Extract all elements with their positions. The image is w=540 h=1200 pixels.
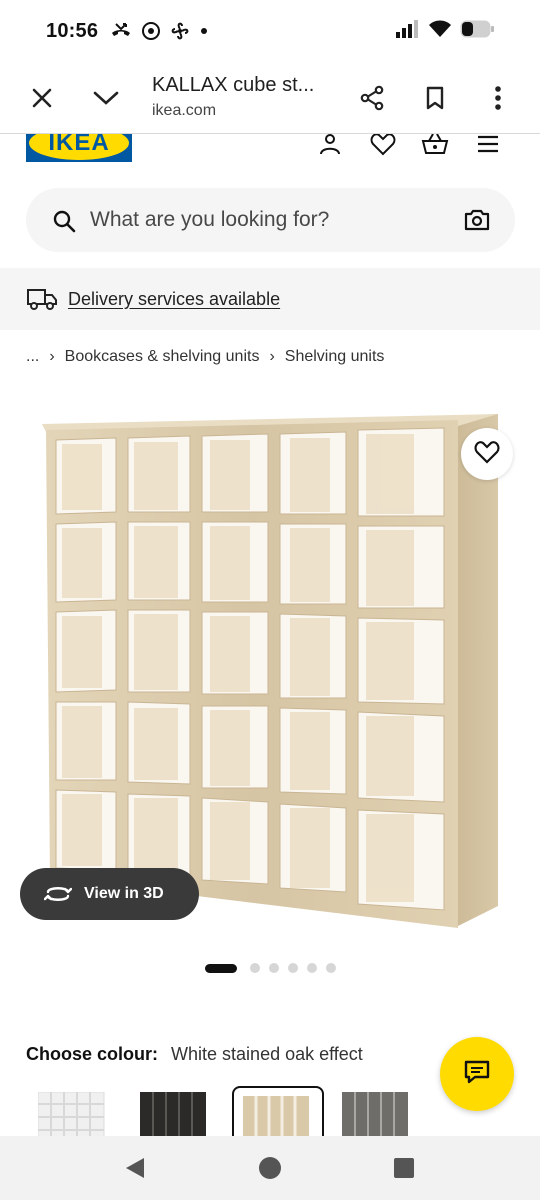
heart-icon: [474, 440, 500, 469]
notification-dot-icon: [200, 27, 208, 35]
rotate-3d-icon: [44, 884, 72, 904]
breadcrumb-item[interactable]: Shelving units: [285, 348, 385, 366]
choose-colour-label: Choose colour:: [26, 1044, 159, 1064]
page-title[interactable]: KALLAX cube st...: [152, 74, 314, 97]
wifi-icon: [428, 20, 452, 43]
fan-icon: [170, 21, 190, 41]
pagination-dot[interactable]: [287, 963, 298, 973]
swatch-black-brown[interactable]: [136, 1086, 228, 1138]
wishlist-heart-icon[interactable]: [367, 134, 399, 160]
chat-icon: [463, 1059, 491, 1090]
chrome-icon: [142, 22, 161, 40]
more-vert-icon[interactable]: [478, 78, 518, 118]
pagination-dot[interactable]: [268, 963, 279, 973]
close-icon[interactable]: [22, 78, 62, 118]
pagination-dot[interactable]: [204, 963, 237, 973]
view-in-3d-label: View in 3D: [84, 885, 164, 902]
status-notification-icons: [110, 21, 208, 41]
status-time: 10:56: [46, 19, 99, 42]
missed-call-icon: [110, 21, 132, 41]
pagination-dot[interactable]: [306, 963, 317, 973]
bookmark-icon[interactable]: [415, 78, 455, 118]
image-pagination: [0, 963, 540, 973]
breadcrumb-ellipsis[interactable]: ...: [26, 348, 39, 366]
recents-nav-icon[interactable]: [394, 1158, 414, 1183]
delivery-banner: Delivery services available: [0, 268, 540, 330]
colour-selector-heading: Choose colour: White stained oak effect: [26, 1044, 363, 1065]
chat-button[interactable]: [440, 1037, 514, 1111]
search-placeholder: What are you looking for?: [90, 208, 330, 231]
site-header: IKEA: [0, 134, 540, 184]
delivery-services-link[interactable]: Delivery services available: [68, 289, 280, 310]
signal-icon: [396, 20, 420, 43]
home-nav-icon[interactable]: [258, 1156, 282, 1185]
logo-text: IKEA: [48, 134, 110, 156]
menu-icon[interactable]: [472, 134, 504, 160]
account-icon[interactable]: [314, 134, 346, 160]
view-in-3d-button[interactable]: View in 3D: [20, 868, 199, 920]
system-navigation-bar: [0, 1136, 540, 1200]
page-url[interactable]: ikea.com: [152, 102, 216, 120]
colour-swatches: [26, 1086, 426, 1138]
swatch-white[interactable]: [34, 1086, 126, 1138]
chevron-right-icon: ›: [49, 348, 55, 365]
chevron-right-icon: ›: [269, 348, 275, 365]
product-image[interactable]: [40, 410, 502, 930]
delivery-truck-icon: [26, 286, 58, 317]
browser-toolbar: KALLAX cube st... ikea.com: [0, 62, 540, 134]
ikea-logo[interactable]: IKEA: [26, 134, 132, 162]
breadcrumb-item[interactable]: Bookcases & shelving units: [65, 348, 260, 366]
chevron-down-icon[interactable]: [86, 78, 126, 118]
search-input[interactable]: What are you looking for?: [26, 188, 515, 252]
battery-icon: [460, 20, 494, 43]
share-icon[interactable]: [352, 78, 392, 118]
pagination-dot[interactable]: [325, 963, 336, 973]
swatch-grey[interactable]: [338, 1086, 430, 1138]
selected-colour-value: White stained oak effect: [171, 1044, 363, 1064]
add-to-wishlist-button[interactable]: [461, 428, 513, 480]
swatch-white-stained-oak[interactable]: [232, 1086, 324, 1138]
pagination-dot[interactable]: [249, 963, 260, 973]
camera-search-icon[interactable]: [464, 208, 490, 237]
back-nav-icon[interactable]: [124, 1156, 146, 1185]
basket-icon[interactable]: [419, 134, 451, 160]
breadcrumb: ... › Bookcases & shelving units › Shelv…: [26, 348, 384, 366]
search-icon: [52, 209, 76, 238]
status-bar: 10:56: [0, 0, 540, 62]
status-system-icons: [396, 20, 494, 43]
